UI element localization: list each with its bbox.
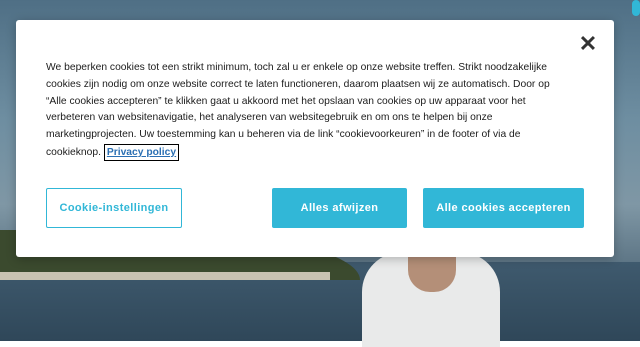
reject-all-button[interactable]: Alles afwijzen <box>272 188 407 228</box>
background-person-head <box>408 252 456 292</box>
close-icon[interactable]: ✕ <box>578 33 598 55</box>
cookie-consent-dialog: ✕ We beperken cookies tot een strikt min… <box>16 20 614 257</box>
accept-all-button[interactable]: Alle cookies accepteren <box>423 188 584 228</box>
cookie-settings-button[interactable]: Cookie-instellingen <box>46 188 182 228</box>
background-shore <box>0 272 330 280</box>
cookie-notice-text: We beperken cookies tot een strikt minim… <box>46 60 571 162</box>
privacy-policy-link[interactable]: Privacy policy <box>103 143 180 161</box>
scroll-indicator <box>632 0 640 16</box>
